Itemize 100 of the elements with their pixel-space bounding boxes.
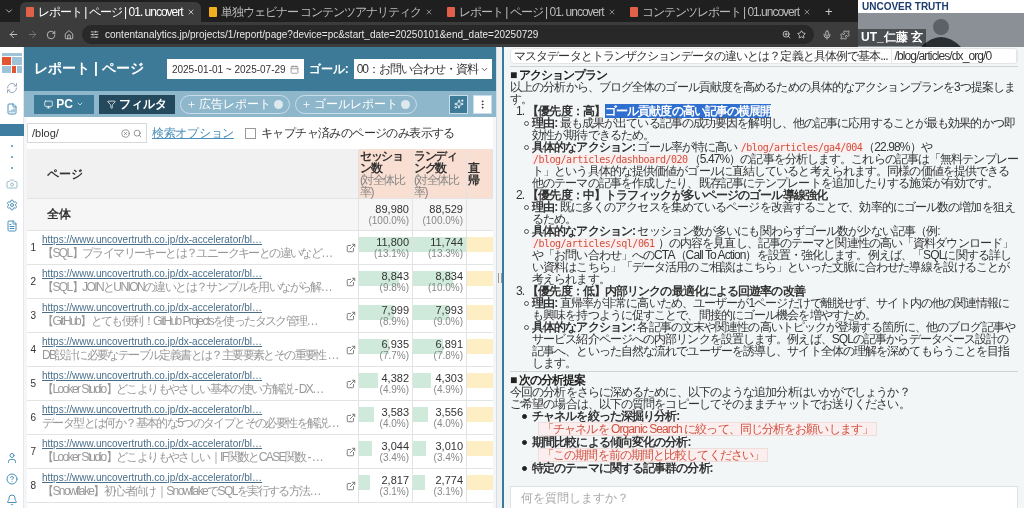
share-text: (100.0%) [368,215,409,226]
browser-tab[interactable]: 単独ウェビナー コンテンツアナリティク [202,2,439,22]
count-value: 3,583 [381,406,409,418]
external-link-icon[interactable] [346,276,356,287]
page-title-text: 【GitHub】とても便利！GitHub Projectsを使ったタスク管理… [42,313,317,330]
checkbox-label: キャプチャ済みのページのみ表示する [260,124,455,142]
address-bar[interactable]: contentanalytics.jp/projects/1/report/page?device=pc&start_date=20250101&end_date=20250729 [82,25,814,44]
share-text: (3.1%) [379,486,409,497]
extensions-icon[interactable] [840,29,850,40]
search-options-link[interactable]: 検索オプション [152,124,234,142]
microphone-icon[interactable] [822,29,832,40]
share-text: (3.4%) [433,452,463,463]
page-url-link[interactable]: https://www.uncovertruth.co.jp/dx-accelerator/bl… [42,369,263,381]
rank-number: 5 [30,378,36,389]
external-link-icon[interactable] [346,446,356,457]
rank-number: 2 [30,276,36,287]
more-button[interactable] [473,94,492,114]
date-range-field[interactable]: 2025-01-01 ~ 2025-07-29 [166,59,304,79]
device-button[interactable]: PC [34,94,94,114]
bell-icon[interactable] [5,494,18,506]
forward-icon[interactable] [27,29,38,40]
rank-number: 1 [30,242,36,253]
report-icon[interactable] [5,103,18,115]
browser-tab[interactable]: レポート | ページ | 01. uncovert [440,2,622,22]
share-text: (3.4%) [379,452,409,463]
goal-select[interactable]: 00：お問い合わせ・資料 [353,59,492,79]
clear-icon[interactable] [121,128,130,138]
app-logo-icon [1,53,22,73]
close-icon[interactable] [186,8,195,16]
page-url-link[interactable]: https://www.uncovertruth.co.jp/dx-accelerator/bl… [42,267,263,279]
suggested-question: 「この期間を前の期間と比較してください」 [538,448,768,462]
share-text: (10.0%) [428,282,463,293]
ai-button[interactable] [449,94,468,114]
external-link-icon[interactable] [346,480,356,491]
plan-title: 【優先度：中】トラフィックが多いページのゴール導線強化 [527,189,827,201]
count-value: 4,303 [435,372,463,384]
chat-input-field[interactable]: 何を質問しますか？ [510,486,1018,508]
external-link-icon[interactable] [346,378,356,389]
external-link-icon[interactable] [346,310,356,321]
calendar-icon [289,64,299,74]
total-label: 全体 [47,206,71,223]
page-title-text: 【Snowflake】初心者向け｜SnowflakeでSQLを実行する方法… [42,483,320,500]
page-url-link[interactable]: https://www.uncovertruth.co.jp/dx-accelerator/bl… [42,335,263,347]
share-text: (100.0%) [422,215,463,226]
rank-number: 8 [30,480,36,491]
external-link-icon[interactable] [346,242,356,253]
count-value: 2,817 [381,474,409,486]
reload-icon[interactable] [46,29,56,40]
page-url-link[interactable]: https://www.uncovertruth.co.jp/dx-accelerator/bl… [42,471,263,483]
list-number: 2. [516,189,525,201]
search-icon[interactable] [133,128,142,138]
site-settings-icon[interactable] [90,30,99,39]
bounce-bar [467,407,493,422]
new-tab-button[interactable]: + [819,3,839,19]
page-url-link[interactable]: https://www.uncovertruth.co.jp/dx-accelerator/bl… [42,233,263,245]
rank-number: 7 [30,446,36,457]
count-value: 7,999 [381,304,409,316]
sortable-column-header[interactable]: セッション数 (対全体比率) [359,149,413,199]
page-title-text: 【SQL】プライマリーキーとは？ユニークキーとの違いなど… [42,245,332,262]
suggested-question: 「チャネルを Organic Search に絞って、同じ分析をお願いします」 [538,422,877,436]
sortable-column-header[interactable]: ランディング数 (対全体比率) [413,149,467,199]
user-icon[interactable] [5,452,18,464]
share-text: (4.0%) [433,418,463,429]
count-value: 11,800 [376,236,409,248]
page-url-link[interactable]: https://www.uncovertruth.co.jp/dx-accelerator/bl… [42,403,263,415]
rank-number: 3 [30,310,36,321]
home-icon[interactable] [64,29,74,40]
goal-label: ゴール: [308,60,349,78]
external-link-icon[interactable] [346,412,356,423]
page-url-link[interactable]: https://www.uncovertruth.co.jp/dx-accelerator/bl… [42,301,263,313]
settings-icon[interactable] [5,199,18,211]
close-icon[interactable] [607,8,616,16]
back-icon[interactable] [8,29,19,40]
share-text: (9.8%) [379,282,409,293]
document-icon[interactable] [5,220,18,232]
bounce-bar [467,237,493,252]
search-field[interactable]: /blog/ [27,123,147,143]
monitor-icon [44,99,54,109]
refresh-icon[interactable] [5,82,18,94]
close-icon[interactable] [424,8,433,16]
zoom-icon[interactable] [782,30,791,39]
plus-icon [187,99,196,109]
filter-button[interactable]: フィルタ [99,94,175,114]
page-url-link[interactable]: https://www.uncovertruth.co.jp/dx-accelerator/bl… [42,437,263,449]
count-value: 88,529 [429,203,463,215]
section-heading: ■ アクションプラン [510,69,608,81]
share-text: (8.9%) [379,316,409,327]
browser-tab[interactable]: コンテンツレポート | 01.uncovert [623,2,818,22]
bookmark-star-icon[interactable] [797,30,806,39]
favicon-icon [446,7,455,17]
close-icon[interactable] [803,8,812,16]
external-link-icon[interactable] [346,344,356,355]
captured-only-checkbox[interactable] [244,127,256,139]
page-title-text: 【Looker Studio】どこよりもやさしい｜IF関数とCASE関数 - … [42,449,323,466]
share-text: (4.0%) [379,418,409,429]
tab-list-icon[interactable] [4,6,14,16]
browser-tab[interactable]: レポート | ページ | 01. uncovert [20,2,201,22]
plan-point-text: 理由: 最も成果が出ている記事の成功要因を解明し、他の記事に応用することが最も効果的かつ即効性が期待できるため。 [532,117,1016,141]
page-title: レポート | ページ [34,60,145,78]
count-value: 8,834 [435,270,463,282]
